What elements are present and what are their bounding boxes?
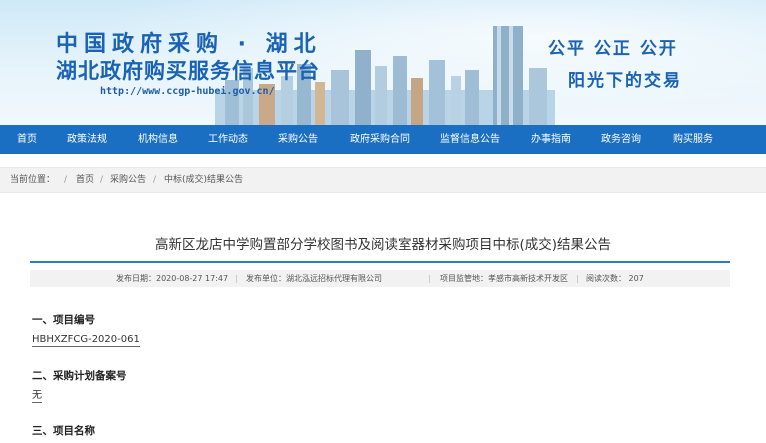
nav-item-consult[interactable]: 政务咨询 [601, 125, 641, 154]
page: 中国政府采购 · 湖北 湖北政府购买服务信息平台 http://www.ccgp… [0, 0, 766, 443]
site-banner: 中国政府采购 · 湖北 湖北政府购买服务信息平台 http://www.ccgp… [0, 0, 766, 125]
article-content: 高新区龙店中学购置部分学校图书及阅读室器材采购项目中标(成交)结果公告 发布日期… [0, 193, 766, 443]
breadcrumb-procurement-link[interactable]: 采购公告 [110, 168, 146, 192]
nav-item-procurement-notice[interactable]: 采购公告 [278, 125, 318, 154]
breadcrumb-separator: / [100, 175, 104, 185]
breadcrumb-current[interactable]: 中标(成交)结果公告 [164, 168, 243, 192]
nav-item-purchase-service[interactable]: 购买服务 [673, 125, 713, 154]
banner-title-line1: 中国政府采购 · 湖北 [56, 32, 322, 57]
meta-views: 阅读次数： 207 [586, 274, 644, 283]
nav-item-work-news[interactable]: 工作动态 [208, 125, 248, 154]
section-heading-project-name: 三、项目名称 [32, 425, 95, 437]
nav-item-policy[interactable]: 政策法规 [67, 125, 107, 154]
breadcrumb-home-link[interactable]: 首页 [76, 168, 94, 192]
section-heading-project-number: 一、项目编号 [32, 314, 95, 326]
meta-divider: | [576, 274, 579, 283]
meta-divider: | [235, 274, 238, 283]
banner-slogan-line1: 公平 公正 公开 [548, 39, 678, 59]
nav-item-institutions[interactable]: 机构信息 [138, 125, 178, 154]
project-number-value: HBHXZFCG-2020-061 [32, 334, 140, 347]
nav-item-supervision-notice[interactable]: 监督信息公告 [440, 125, 500, 154]
banner-title-line2: 湖北政府购买服务信息平台 [56, 59, 320, 83]
plan-record-value: 无 [32, 390, 42, 403]
meta-divider: | [428, 274, 431, 283]
nav-item-home[interactable]: 首页 [17, 125, 37, 154]
meta-supervision: 项目监管地：孝感市高新技术开发区 [440, 274, 568, 283]
nav-item-guide[interactable]: 办事指南 [531, 125, 571, 154]
breadcrumb-label: 当前位置： [10, 175, 56, 185]
banner-slogan-line2: 阳光下的交易 [568, 71, 682, 91]
main-nav: 首页 政策法规 机构信息 工作动态 采购公告 政府采购合同 监督信息公告 办事指… [0, 125, 766, 154]
article-meta-bar: 发布日期：2020-08-27 17:47 | 发布单位：湖北泓远招标代理有限公… [30, 270, 730, 287]
article-title: 高新区龙店中学购置部分学校图书及阅读室器材采购项目中标(成交)结果公告 [154, 237, 612, 253]
banner-url: http://www.ccgp-hubei.gov.cn/ [100, 86, 275, 97]
meta-publish-date: 发布日期：2020-08-27 17:47 [116, 274, 229, 283]
nav-item-gov-contracts[interactable]: 政府采购合同 [350, 125, 410, 154]
breadcrumb-separator: / [64, 175, 68, 185]
breadcrumb: 当前位置： / 首页 / 采购公告 / 中标(成交)结果公告 [0, 167, 766, 193]
breadcrumb-separator: / [153, 175, 157, 185]
section-heading-plan-record: 二、采购计划备案号 [32, 370, 127, 382]
meta-publisher: 发布单位：湖北泓远招标代理有限公司 [246, 274, 382, 283]
title-divider [30, 261, 730, 263]
